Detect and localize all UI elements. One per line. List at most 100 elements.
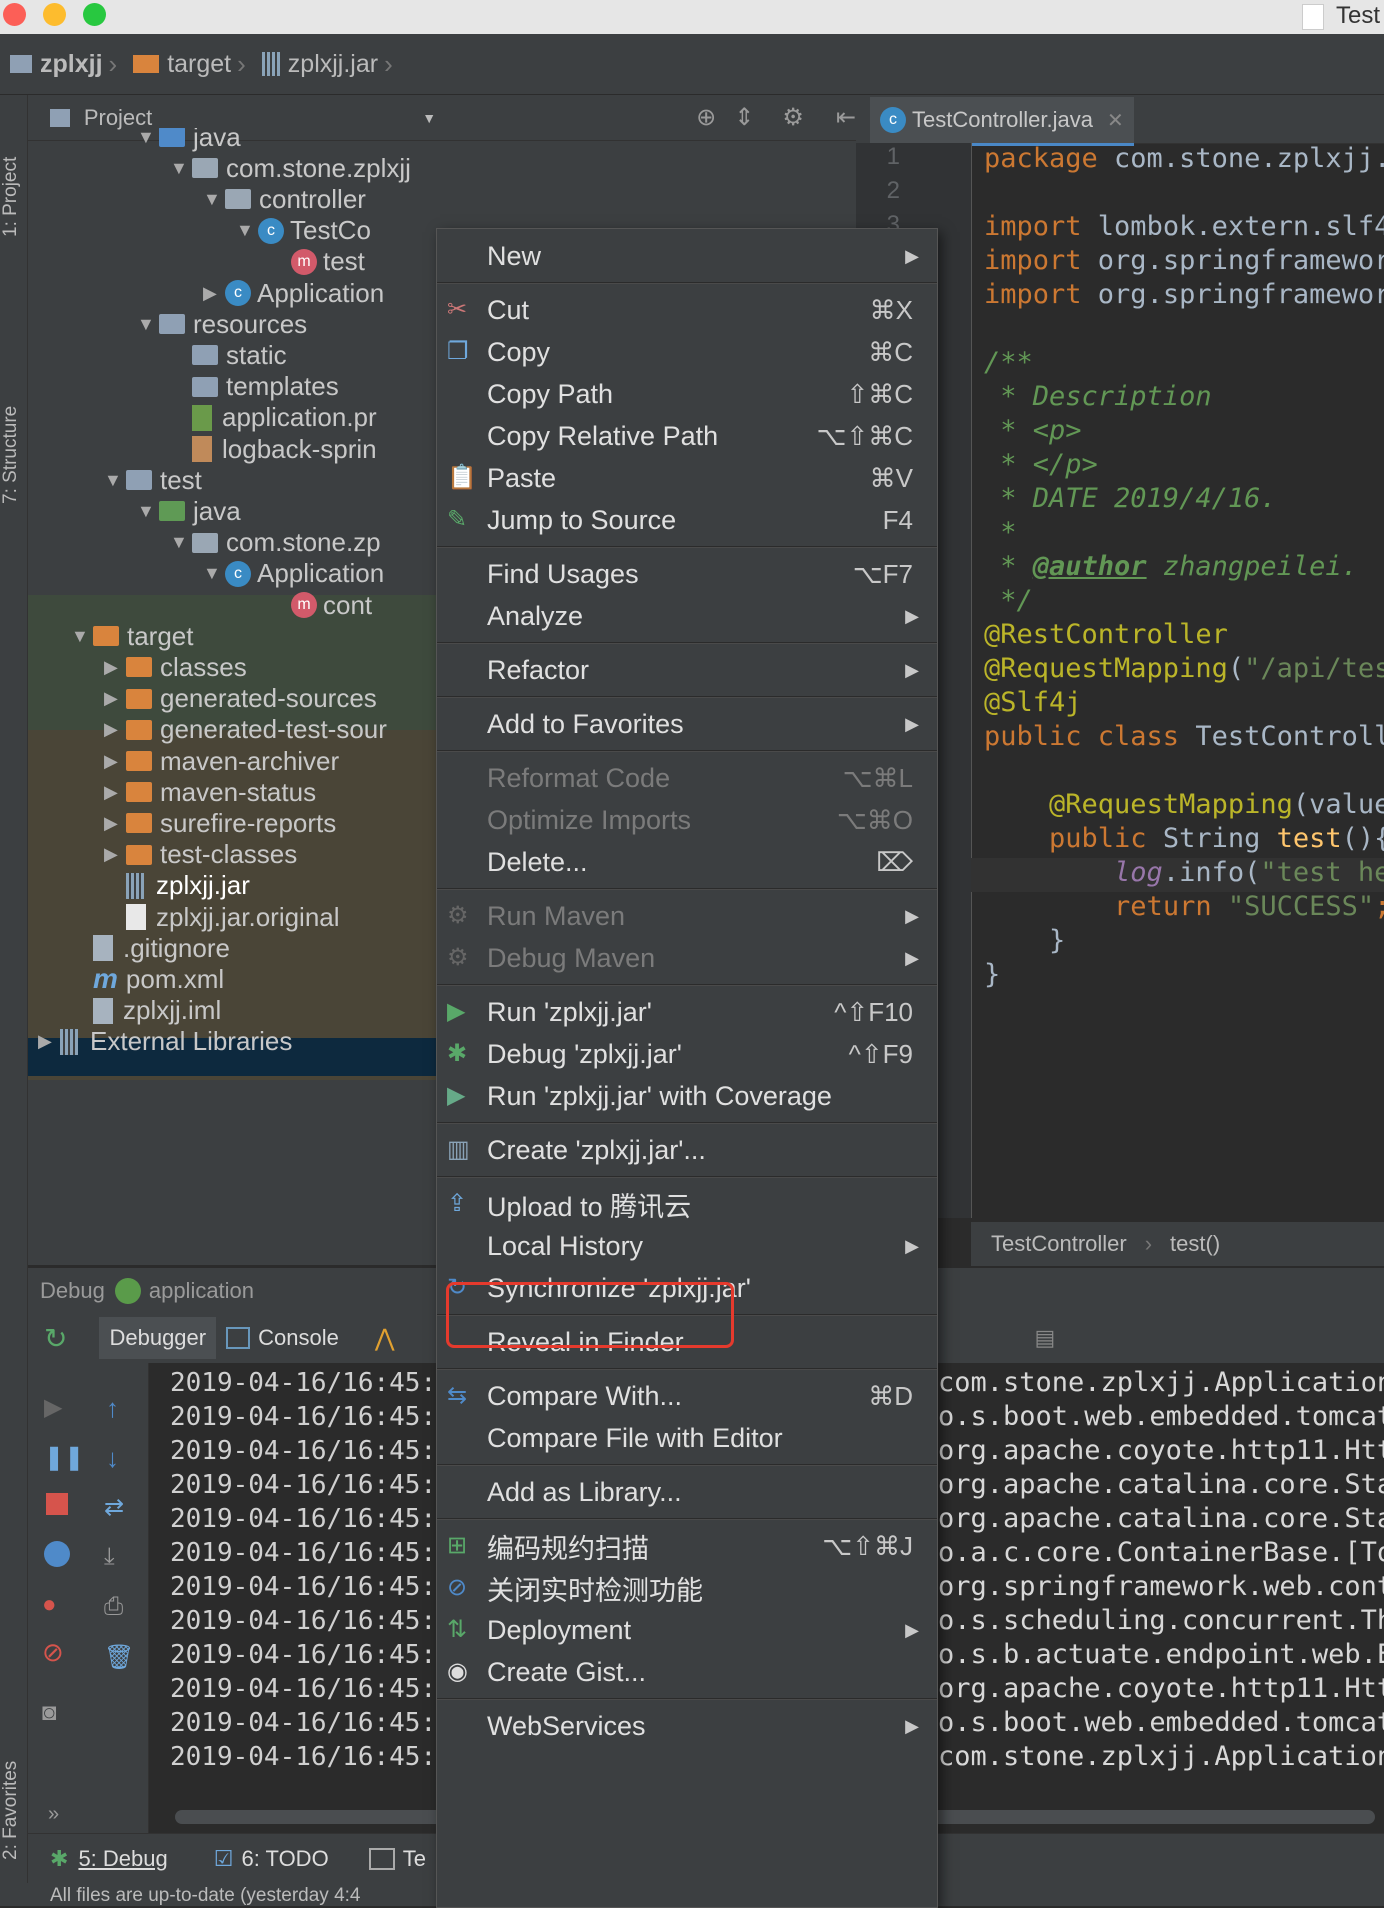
debug-icon: ✱ [50,1846,69,1871]
nav-crumb-target[interactable]: target [123,50,231,79]
menu-item-label: Compare With... [487,1380,683,1411]
settings-gear-icon[interactable]: ⚙ [782,103,804,132]
menu-item-jump-to-source[interactable]: ✎ Jump to Source F4 [437,499,937,541]
menu-item-deployment[interactable]: ⇅ Deployment ▶ [437,1609,937,1651]
menu-item-paste[interactable]: 📋 Paste ⌘V [437,457,937,499]
menu-item-compare-with[interactable]: ⇆ Compare With... ⌘D [437,1375,937,1417]
menu-item-item-41[interactable]: ⊘ 关闭实时检测功能 [437,1567,937,1609]
jar-icon [126,872,144,899]
collapse-all-icon[interactable]: ⇕ [734,103,754,132]
tool-tab-todo[interactable]: 6: TODO [241,1846,328,1872]
menu-item-label: WebServices [487,1710,646,1741]
menu-item-cut[interactable]: ✂ Cut ⌘X [437,289,937,331]
tree-expand-toggle[interactable]: ▶ [104,844,126,865]
menu-item-add-as-library[interactable]: Add as Library... [437,1471,937,1513]
close-tab-icon[interactable]: ✕ [1107,108,1124,133]
tool-tab-project[interactable]: 1: Project [0,107,27,287]
mute-breakpoints-icon[interactable]: ⊘ [42,1637,64,1668]
rerun-icon[interactable]: ↻ [44,1322,67,1355]
folder-icon [159,314,185,335]
minimize-window-button[interactable] [43,3,66,26]
arrow-up-icon[interactable]: ↑ [106,1393,119,1424]
locate-icon[interactable]: ⊕ [696,103,716,132]
tool-tab-debug[interactable]: 5: Debug [78,1846,167,1872]
tree-expand-toggle[interactable]: ▶ [203,283,225,304]
editor-tab-testcontroller[interactable]: c TestController.java ✕ [870,97,1134,146]
close-window-button[interactable] [3,3,26,26]
stop-icon[interactable] [46,1493,68,1515]
menu-item-create-gist[interactable]: ◉ Create Gist... [437,1651,937,1693]
tree-expand-toggle[interactable]: ▼ [203,189,225,210]
menu-item-new[interactable]: New ▶ [437,235,937,277]
breakpoints-icon[interactable]: ● [42,1591,57,1619]
breadcrumb-class[interactable]: TestController [991,1231,1127,1257]
menu-item-webservices[interactable]: WebServices ▶ [437,1705,937,1747]
hide-panel-icon[interactable]: ⇤ [836,103,856,132]
trash-icon[interactable]: 🗑 [104,1643,134,1672]
menu-item-local-history[interactable]: Local History ▶ [437,1225,937,1267]
nav-crumb-jar[interactable]: zplxjj.jar [252,50,378,79]
menu-item-add-to-favorites[interactable]: Add to Favorites ▶ [437,703,937,745]
dropdown-arrow-icon[interactable]: ▼ [422,110,436,126]
tool-tab-structure[interactable]: 7: Structure [0,375,27,535]
menu-item-create-zplxjj-jar[interactable]: ▥ Create 'zplxjj.jar'... [437,1129,937,1171]
menu-item-debug-zplxjj-jar[interactable]: ✱ Debug 'zplxjj.jar' ^⇧F9 [437,1033,937,1075]
menu-item-run-zplxjj-jar[interactable]: ▶ Run 'zplxjj.jar' ^⇧F10 [437,991,937,1033]
view-breakpoints-icon[interactable] [44,1541,70,1567]
camera-icon[interactable]: ◙ [42,1699,57,1727]
tree-expand-toggle[interactable]: ▶ [38,1031,60,1052]
layout-icon[interactable]: ▤ [1035,1325,1056,1351]
tool-tab-favorites[interactable]: 2: Favorites [0,1735,27,1885]
tree-expand-toggle[interactable]: ▼ [203,563,225,584]
tree-expand-toggle[interactable]: ▼ [104,470,126,491]
code-token: */ [984,585,1033,616]
tab-debugger[interactable]: Debugger [99,1317,217,1359]
menu-item-item-40[interactable]: ⊞ 编码规约扫描 ⌥⇧⌘J [437,1525,937,1567]
project-view-selector[interactable]: Project [84,105,152,131]
maximize-window-button[interactable] [83,3,106,26]
tree-expand-toggle[interactable]: ▶ [104,782,126,803]
tree-expand-toggle[interactable]: ▶ [104,688,126,709]
breadcrumb-method[interactable]: test() [1170,1231,1220,1257]
tree-expand-toggle[interactable]: ▼ [137,501,159,522]
menu-item-analyze[interactable]: Analyze ▶ [437,595,937,637]
arrow-down-icon[interactable]: ↓ [106,1443,119,1474]
tree-expand-toggle[interactable]: ▼ [170,532,192,553]
menu-item-find-usages[interactable]: Find Usages ⌥F7 [437,553,937,595]
soft-wrap-icon[interactable]: ⇄ [104,1493,124,1522]
tree-expand-toggle[interactable]: ▶ [104,813,126,834]
scroll-to-end-icon[interactable]: ⤓ [104,1543,115,1571]
tab-console[interactable]: Console [258,1325,339,1351]
menu-item-copy[interactable]: ❐ Copy ⌘C [437,331,937,373]
print-icon[interactable]: ⎙ [104,1593,123,1621]
tree-expand-toggle[interactable]: ▶ [104,657,126,678]
menu-item-upload-to[interactable]: ⇪ Upload to 腾讯云 [437,1183,937,1225]
threads-icon[interactable]: ⋀ [375,1324,395,1353]
tool-tab-terminal[interactable]: Te [403,1846,426,1872]
nav-crumb-project[interactable]: zplxjj [0,50,103,79]
menu-item-shortcut: ^⇧F10 [834,996,913,1027]
tree-expand-toggle[interactable]: ▼ [236,220,258,241]
tree-expand-toggle[interactable]: ▼ [137,314,159,335]
tree-row[interactable]: ▶ External Libraries [38,1023,292,1061]
pause-icon[interactable]: ❚❚ [44,1443,84,1472]
folder-icon [192,532,218,553]
menu-item-copy-path[interactable]: Copy Path ⇧⌘C [437,373,937,415]
tree-expand-toggle[interactable]: ▶ [104,751,126,772]
resume-icon[interactable]: ▶ [44,1393,62,1422]
tree-expand-toggle[interactable]: ▶ [104,719,126,740]
tree-expand-toggle[interactable]: ▼ [170,158,192,179]
menu-item-run-zplxjj-jar-with-coverage[interactable]: ▶ Run 'zplxjj.jar' with Coverage [437,1075,937,1117]
more-icon[interactable]: » [48,1803,59,1826]
menu-item-copy-relative-path[interactable]: Copy Relative Path ⌥⇧⌘C [437,415,937,457]
tree-expand-toggle[interactable]: ▼ [71,626,93,647]
menu-item-shortcut: ⌥⌘O [836,804,913,835]
debug-config-name[interactable]: application [149,1278,254,1304]
tree-row[interactable]: m cont [269,586,372,624]
menu-item-refactor[interactable]: Refactor ▶ [437,649,937,691]
menu-item-compare-file-with-editor[interactable]: Compare File with Editor [437,1417,937,1459]
code-token: public [1049,823,1163,854]
menu-item-delete[interactable]: Delete... ⌦ [437,841,937,883]
tree-expand-toggle[interactable]: ▼ [137,128,159,148]
